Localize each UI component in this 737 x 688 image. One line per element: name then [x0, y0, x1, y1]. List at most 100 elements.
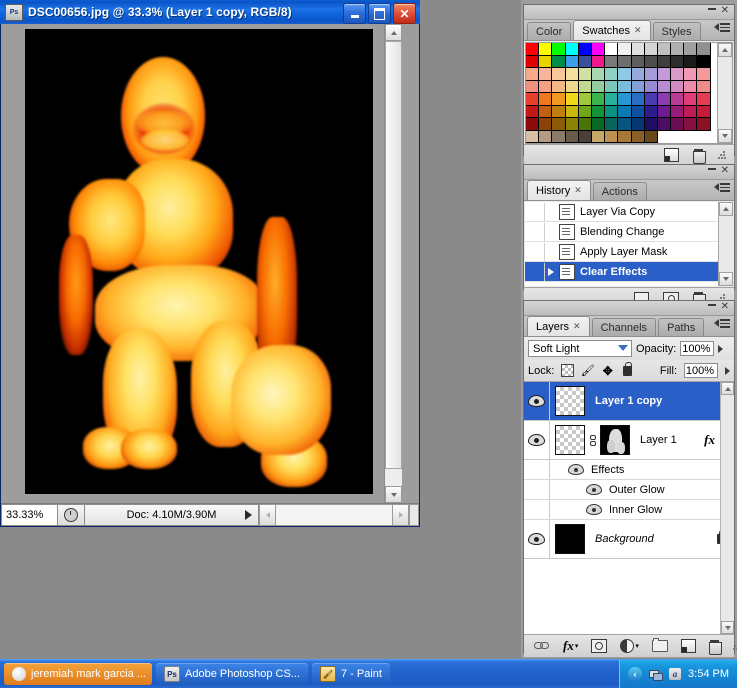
color-swatch[interactable]: [671, 68, 685, 81]
color-swatch[interactable]: [684, 80, 698, 93]
color-swatch[interactable]: [565, 130, 579, 143]
swatches-panel-menu-button[interactable]: [714, 23, 730, 32]
color-swatch[interactable]: [657, 68, 672, 81]
color-swatch[interactable]: [578, 43, 592, 56]
color-swatch[interactable]: [605, 93, 619, 106]
lock-image-pixels-icon[interactable]: 🖌: [581, 364, 595, 377]
swatches-scroll-down-button[interactable]: [718, 129, 732, 143]
color-swatch[interactable]: [671, 80, 685, 93]
color-swatch[interactable]: [526, 118, 540, 131]
minimize-panel-icon[interactable]: [708, 8, 716, 10]
color-swatch[interactable]: [591, 118, 606, 131]
color-swatch[interactable]: [684, 93, 698, 106]
layers-scroll-down-button[interactable]: [721, 621, 734, 634]
color-swatch[interactable]: [671, 43, 685, 56]
layers-scroll-up-button[interactable]: [721, 382, 734, 395]
lock-transparent-pixels-icon[interactable]: [561, 364, 575, 377]
color-swatch[interactable]: [552, 55, 566, 68]
layer-thumbnail[interactable]: [555, 425, 585, 455]
swatches-panel-header[interactable]: ✕: [524, 5, 734, 20]
taskbar-item-paint[interactable]: 🖌 7 - Paint: [311, 663, 390, 685]
color-swatch[interactable]: [631, 130, 645, 143]
color-swatch[interactable]: [552, 130, 566, 143]
tab-close-icon[interactable]: ✕: [574, 185, 582, 196]
swatches-grid-area[interactable]: [525, 42, 733, 144]
history-snapshot-checkbox[interactable]: [525, 242, 545, 261]
tab-paths[interactable]: Paths: [658, 318, 705, 336]
color-swatch[interactable]: [644, 43, 658, 56]
layer-visibility-toggle[interactable]: [524, 382, 550, 420]
color-swatch[interactable]: [657, 118, 672, 131]
close-button[interactable]: ✕: [393, 3, 416, 24]
image-canvas[interactable]: [25, 29, 373, 494]
status-clock-button[interactable]: [57, 504, 85, 526]
color-swatch[interactable]: [552, 118, 566, 131]
effect-visibility-toggle[interactable]: [586, 504, 602, 515]
hscroll-track[interactable]: [276, 504, 392, 526]
history-snapshot-checkbox[interactable]: [525, 262, 545, 281]
document-title-bar[interactable]: Ps DSC00656.jpg @ 33.3% (Layer 1 copy, R…: [0, 0, 420, 24]
layer-name[interactable]: Background: [585, 533, 717, 545]
vscroll-thumb[interactable]: [385, 41, 402, 469]
color-swatch[interactable]: [631, 118, 645, 131]
tab-history[interactable]: History ✕: [527, 180, 591, 200]
color-swatch[interactable]: [539, 93, 553, 106]
color-swatch[interactable]: [565, 43, 579, 56]
color-swatch[interactable]: [657, 105, 672, 118]
link-mask-icon[interactable]: [588, 432, 597, 448]
color-swatch[interactable]: [697, 105, 711, 118]
color-swatch[interactable]: [697, 93, 711, 106]
color-swatch[interactable]: [565, 93, 579, 106]
layer-mask-thumbnail[interactable]: [600, 425, 630, 455]
taskbar-item-browser[interactable]: jeremiah mark garcia ...: [4, 663, 152, 685]
canvas-area[interactable]: [1, 24, 402, 503]
color-swatch[interactable]: [684, 43, 698, 56]
color-swatch[interactable]: [644, 93, 658, 106]
messenger-icon[interactable]: a: [668, 667, 682, 681]
color-swatch[interactable]: [565, 68, 579, 81]
layer-row-layer-1[interactable]: Layer 1 fx: [524, 421, 734, 460]
color-swatch[interactable]: [631, 105, 645, 118]
color-swatch[interactable]: [526, 43, 540, 56]
color-swatch[interactable]: [578, 130, 592, 143]
layer-thumbnail[interactable]: [555, 524, 585, 554]
color-swatch[interactable]: [618, 105, 632, 118]
layer-name[interactable]: Layer 1: [630, 434, 704, 446]
color-swatch[interactable]: [565, 118, 579, 131]
new-group-icon[interactable]: [651, 638, 668, 652]
tab-channels[interactable]: Channels: [591, 318, 657, 336]
color-swatch[interactable]: [539, 118, 553, 131]
color-swatch[interactable]: [684, 105, 698, 118]
color-swatch[interactable]: [618, 55, 632, 68]
tab-layers[interactable]: Layers ✕: [527, 316, 590, 336]
link-layers-icon[interactable]: [534, 642, 550, 650]
minimize-button[interactable]: [343, 3, 366, 24]
swatches-scrollbar[interactable]: [717, 43, 732, 143]
network-icon[interactable]: [648, 667, 663, 681]
history-scroll-down-button[interactable]: [719, 272, 733, 286]
history-snapshot-checkbox[interactable]: [525, 222, 545, 241]
scroll-left-button[interactable]: [259, 504, 276, 526]
color-swatch[interactable]: [605, 55, 619, 68]
color-swatch[interactable]: [526, 130, 540, 143]
taskbar-item-photoshop[interactable]: Ps Adobe Photoshop CS...: [156, 663, 308, 685]
history-item-selected[interactable]: Clear Effects: [525, 262, 733, 282]
color-swatch[interactable]: [631, 68, 645, 81]
effect-row-outer-glow[interactable]: Outer Glow: [524, 480, 734, 500]
color-swatch[interactable]: [605, 68, 619, 81]
new-swatch-icon[interactable]: [664, 148, 679, 162]
close-panel-icon[interactable]: ✕: [721, 302, 729, 312]
history-snapshot-checkbox[interactable]: [525, 202, 545, 221]
layer-effects-fx-icon[interactable]: fx: [704, 432, 715, 448]
color-swatch[interactable]: [526, 55, 540, 68]
color-swatch[interactable]: [578, 105, 592, 118]
vscroll-track[interactable]: [385, 41, 402, 486]
color-swatch[interactable]: [591, 43, 606, 56]
tab-styles[interactable]: Styles: [652, 22, 701, 40]
layer-row-layer-1-copy[interactable]: Layer 1 copy: [524, 382, 734, 421]
color-swatch[interactable]: [644, 55, 658, 68]
history-item[interactable]: Layer Via Copy: [525, 202, 733, 222]
color-swatch[interactable]: [605, 80, 619, 93]
scroll-right-button[interactable]: [392, 504, 409, 526]
color-swatch[interactable]: [591, 55, 606, 68]
